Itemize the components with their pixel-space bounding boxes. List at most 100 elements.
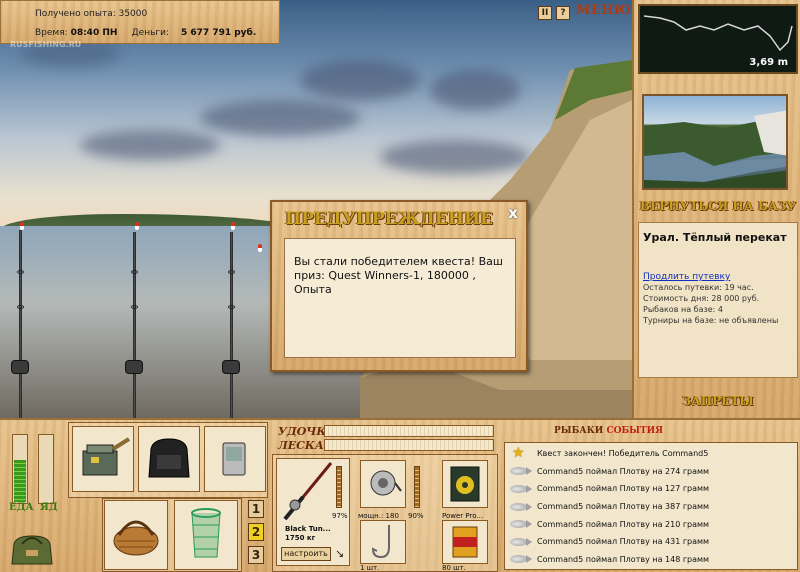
rod-ring [131, 305, 138, 309]
device-slot[interactable] [204, 426, 266, 492]
float-marker-3 [231, 222, 235, 230]
extend-trip-link[interactable]: Продлить путевку [643, 272, 793, 282]
event-text: Command5 поймал Плотву на 387 грамм [537, 502, 710, 512]
help-icon[interactable]: ? [556, 6, 570, 20]
back-to-base-button[interactable]: ВЕРНУТЬСЯ НА БАЗУ [634, 199, 800, 213]
rod-name: Black Tun... [285, 525, 331, 533]
money-value: 5 677 791 руб. [181, 27, 257, 38]
food-meter [12, 434, 28, 504]
warning-dialog: ПРЕДУПРЕЖДЕНИЕ x Вы стали победителем кв… [270, 200, 528, 372]
right-panel: 3,69 m ВЕРНУТЬСЯ НА БАЗУ Урал. Тёплый пе… [632, 0, 800, 418]
food-meter-fill [14, 459, 26, 502]
bait-count: 80 шт. [442, 564, 466, 572]
reel-icon-2 [125, 360, 143, 374]
hook-slot[interactable] [360, 520, 406, 564]
time-value: 08:40 ПН [70, 27, 118, 38]
bait-slot[interactable] [442, 520, 488, 564]
rod-ring [228, 305, 235, 309]
echo-sounder-icon [222, 442, 246, 476]
player-info-panel: Получено опыта: 35000 Время: 08:40 ПН Де… [0, 0, 280, 44]
fishing-line-icon [450, 466, 480, 502]
float-marker-2 [135, 222, 139, 230]
exp-received: Получено опыта: 35000 [35, 8, 148, 19]
reel-power: мощн.: 180 [358, 512, 399, 520]
reel-slot[interactable] [360, 460, 406, 508]
expand-icon[interactable]: ↘ [335, 547, 344, 560]
money-label: Деньги: [131, 27, 169, 38]
bag-slot[interactable] [6, 530, 58, 570]
rod-slot-3-button[interactable]: 3 [248, 546, 264, 564]
time-label: Время: [35, 27, 68, 38]
tab-anglers[interactable]: РЫБАКИ [554, 426, 603, 436]
dialog-message: Вы стали победителем квеста! Ваш приз: Q… [284, 238, 516, 358]
close-icon[interactable]: x [505, 206, 521, 222]
location-photo [642, 94, 788, 190]
event-row: Command5 поймал Плотву на 387 грамм [509, 498, 793, 516]
event-text: Command5 поймал Плотву на 127 грамм [537, 484, 710, 494]
fish-icon [509, 464, 532, 478]
hook-icon [371, 525, 390, 559]
reel-wear: 90% [408, 512, 424, 520]
anglers-on-base: Рыбаков на базе: 4 [643, 305, 723, 314]
drink-label: ЯД [40, 502, 58, 513]
tackle-box-icon [82, 437, 131, 476]
event-row: Command5 поймал Плотву на 148 грамм [509, 551, 793, 569]
basket-icon [113, 520, 159, 556]
bag-icon [11, 535, 53, 565]
depth-chart: 3,69 m [638, 4, 798, 74]
fishing-rod-2[interactable] [133, 232, 136, 418]
hook-count: 1 шт. [360, 564, 380, 572]
reel-icon-1 [11, 360, 29, 374]
food-label: ЕДА [9, 502, 34, 513]
line-slot[interactable] [442, 460, 488, 508]
rod-weight: 1750 кг [285, 534, 316, 542]
menu-button[interactable]: МЕНЮ [576, 3, 631, 18]
trip-left: Осталось путевки: 19 час. [643, 283, 754, 292]
event-text: Command5 поймал Плотву на 210 грамм [537, 519, 710, 529]
dialog-title: ПРЕДУПРЕЖДЕНИЕ [285, 209, 493, 229]
event-text: Квест закончен! Победитель Command5 [537, 449, 709, 459]
fish-icon [509, 552, 532, 566]
line-tension-bar [324, 439, 494, 451]
fish-icon [509, 482, 532, 496]
event-row: Command5 поймал Плотву на 127 грамм [509, 480, 793, 498]
tackle-box-slot[interactable] [72, 426, 134, 492]
rod-ring [131, 270, 138, 274]
events-log: ★ Квест закончен! Победитель Command5 Comm… [504, 442, 798, 570]
keepnet-icon [191, 508, 221, 558]
event-row: Command5 поймал Плотву на 274 грамм [509, 463, 793, 481]
bait-icon [452, 526, 478, 558]
keepnet-slot[interactable] [174, 500, 238, 570]
reel-icon [370, 470, 402, 496]
rod-ring [17, 270, 24, 274]
star-icon: ★ [512, 444, 525, 461]
tab-events[interactable]: СОБЫТИЯ [606, 426, 663, 436]
pause-icon[interactable]: II [538, 6, 552, 20]
rod-ring [228, 270, 235, 274]
menu-bar: II ? МЕНЮ [500, 0, 632, 24]
bans-button[interactable]: ЗАПРЕТЫ [634, 394, 800, 408]
line-name: Power Pro... [442, 512, 484, 520]
fishing-rod-3[interactable] [230, 232, 233, 418]
fish-icon [509, 500, 532, 514]
fishing-rod-1[interactable] [19, 230, 22, 418]
reel-icon-3 [222, 360, 240, 374]
rod-tension-bar [324, 425, 494, 437]
setup-button[interactable]: настроить [281, 547, 331, 561]
food-basket-slot[interactable] [104, 500, 168, 570]
line-tension-label: ЛЕСКА [278, 439, 324, 452]
event-row: ★ Квест закончен! Победитель Command5 [509, 445, 793, 463]
rod-slot-2-button[interactable]: 2 [248, 523, 264, 541]
event-text: Command5 поймал Плотву на 431 грамм [537, 537, 710, 547]
rod-wear-meter [336, 466, 342, 508]
backpack-slot[interactable] [138, 426, 200, 492]
tournaments-status: Турниры на базе: не объявлены [643, 316, 779, 325]
backpack-icon [148, 438, 190, 478]
rod-icon [283, 462, 333, 521]
events-list: ★ Квест закончен! Победитель Command5 Comm… [509, 445, 793, 568]
rod-wear: 97% [332, 512, 348, 520]
float-marker-4 [258, 244, 262, 252]
depth-value: 3,69 m [749, 57, 788, 68]
reel-wear-meter [414, 466, 420, 508]
rod-slot-1-button[interactable]: 1 [248, 500, 264, 518]
